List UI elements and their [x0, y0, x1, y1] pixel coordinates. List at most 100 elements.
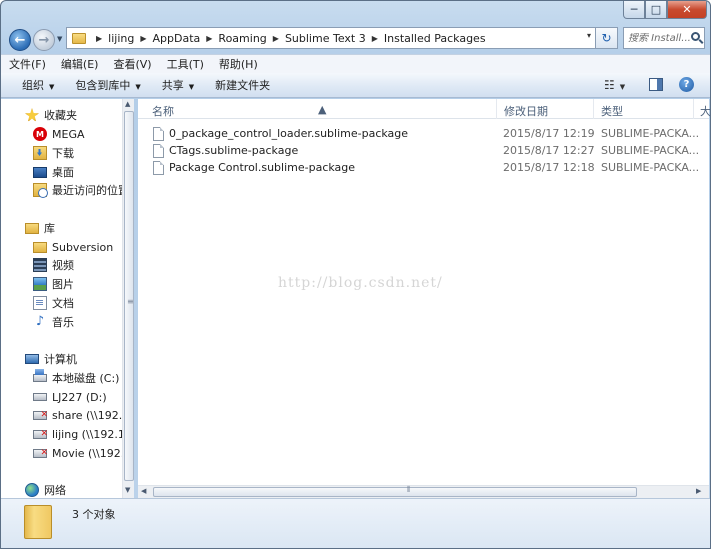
nav-label: LJ227 (D:): [52, 390, 107, 404]
breadcrumb-sublime-text-3[interactable]: Sublime Text 3: [285, 32, 366, 45]
title-bar[interactable]: ─ □ ✕: [1, 1, 710, 25]
nav-videos[interactable]: 视频: [33, 256, 134, 274]
column-divider[interactable]: [593, 99, 594, 119]
nav-libraries[interactable]: 库: [25, 219, 134, 237]
close-button[interactable]: ✕: [667, 1, 707, 19]
scroll-left-icon[interactable]: ◀: [141, 487, 146, 495]
network-icon: [25, 483, 39, 497]
nav-documents[interactable]: 文档: [33, 294, 134, 312]
file-row[interactable]: 0_package_control_loader.sublime-package…: [150, 126, 709, 143]
search-icon[interactable]: [691, 32, 700, 41]
search-box[interactable]: [623, 27, 705, 49]
menu-view[interactable]: 查看(V): [113, 56, 151, 72]
include-in-library-button[interactable]: 包含到库中 ▼: [75, 77, 140, 93]
maximize-button[interactable]: □: [645, 1, 667, 19]
nav-favorites[interactable]: 收藏夹: [25, 106, 134, 124]
nav-movie-drive[interactable]: Movie (\\192.16: [33, 444, 134, 462]
recent-pages-button[interactable]: ▼: [57, 35, 62, 43]
breadcrumb-lijing[interactable]: lijing: [108, 32, 134, 45]
command-bar: 组织 ▼ 包含到库中 ▼ 共享 ▼ 新建文件夹 ☷ ▼ ?: [1, 73, 710, 98]
nav-lijing-drive[interactable]: lijing (\\192.168: [33, 425, 134, 443]
nav-music[interactable]: ♪ 音乐: [33, 313, 134, 331]
search-input[interactable]: [628, 32, 690, 44]
grip-icon: ⦀: [407, 485, 411, 494]
preview-pane-icon[interactable]: [649, 78, 663, 91]
chevron-right-icon[interactable]: ▶: [140, 34, 146, 43]
forward-button[interactable]: →: [33, 29, 55, 51]
organize-button[interactable]: 组织 ▼: [22, 77, 54, 93]
nav-drive-d[interactable]: LJ227 (D:): [33, 388, 134, 406]
file-row[interactable]: Package Control.sublime-package 2015/8/1…: [150, 160, 709, 177]
new-folder-button[interactable]: 新建文件夹: [215, 77, 270, 93]
nav-share-drive[interactable]: share (\\192.16: [33, 406, 134, 424]
address-dropdown-icon[interactable]: ▾: [587, 31, 591, 40]
nav-subversion[interactable]: Subversion: [33, 238, 134, 256]
nav-downloads[interactable]: 下载: [33, 144, 134, 162]
nav-label: MEGA: [52, 127, 85, 141]
details-pane: 3 个对象: [1, 498, 710, 548]
nav-label: 本地磁盘 (C:): [52, 372, 120, 385]
libraries-icon: [25, 222, 39, 234]
breadcrumb-appdata[interactable]: AppData: [153, 32, 201, 45]
menu-tools[interactable]: 工具(T): [167, 56, 204, 72]
nav-network[interactable]: 网络: [25, 481, 134, 498]
file-type: SUBLIME-PACKA...: [601, 144, 700, 157]
sort-ascending-icon: ▲: [318, 103, 327, 116]
nav-computer[interactable]: 计算机: [25, 350, 134, 368]
include-library-label: 包含到库中: [75, 79, 131, 92]
column-size[interactable]: 大: [700, 103, 710, 119]
nav-label: 最近访问的位置: [52, 184, 129, 197]
nav-mega[interactable]: M MEGA: [33, 125, 134, 143]
nav-scroll-thumb[interactable]: ≡: [124, 111, 134, 481]
column-divider[interactable]: [496, 99, 497, 119]
help-icon[interactable]: ?: [679, 77, 694, 92]
menu-file[interactable]: 文件(F): [9, 56, 46, 72]
chevron-right-icon[interactable]: ▶: [273, 34, 279, 43]
change-view-button[interactable]: ☷ ▼: [604, 78, 625, 92]
nav-label: 视频: [52, 259, 74, 272]
nav-recent-places[interactable]: 最近访问的位置: [33, 181, 134, 199]
back-button[interactable]: ←: [9, 29, 31, 51]
file-date: 2015/8/17 12:18: [503, 161, 595, 174]
chevron-right-icon[interactable]: ▶: [96, 34, 102, 43]
column-name[interactable]: 名称: [152, 103, 174, 119]
nav-desktop[interactable]: 桌面: [33, 163, 134, 181]
nav-drive-c[interactable]: 本地磁盘 (C:): [33, 369, 134, 387]
nav-label: 计算机: [44, 353, 77, 366]
scroll-up-icon[interactable]: ▲: [125, 100, 130, 108]
recent-places-icon: [33, 183, 48, 198]
breadcrumb-roaming[interactable]: Roaming: [218, 32, 266, 45]
address-bar[interactable]: ▶ lijing ▶ AppData ▶ Roaming ▶ Sublime T…: [66, 27, 596, 49]
nav-label: 文档: [52, 297, 74, 310]
disconnected-network-drive-icon: [33, 410, 48, 420]
column-type[interactable]: 类型: [601, 103, 623, 119]
refresh-button[interactable]: ↻: [596, 27, 618, 49]
minimize-button[interactable]: ─: [623, 1, 645, 19]
system-drive-icon: [33, 369, 47, 382]
file-icon: [153, 127, 164, 141]
file-row[interactable]: CTags.sublime-package 2015/8/17 12:27 SU…: [150, 143, 709, 160]
explorer-window: ─ □ ✕ ← → ▼ ▶ lijing ▶ AppData ▶ Roaming…: [0, 0, 711, 549]
scroll-right-icon[interactable]: ▶: [696, 487, 701, 495]
breadcrumb-installed-packages[interactable]: Installed Packages: [384, 32, 486, 45]
menu-bar: 文件(F) 编辑(E) 查看(V) 工具(T) 帮助(H): [1, 54, 710, 73]
column-divider[interactable]: [693, 99, 694, 119]
computer-icon: [25, 354, 39, 364]
nav-scrollbar[interactable]: ▲ ≡ ▼: [122, 99, 134, 498]
watermark: http://blog.csdn.net/: [278, 275, 443, 291]
item-count: 3 个对象: [72, 508, 116, 521]
chevron-down-icon: ▼: [135, 83, 141, 91]
column-date-modified[interactable]: 修改日期: [504, 103, 548, 119]
chevron-right-icon[interactable]: ▶: [206, 34, 212, 43]
nav-label: 收藏夹: [44, 109, 77, 122]
chevron-right-icon[interactable]: ▶: [372, 34, 378, 43]
scroll-down-icon[interactable]: ▼: [125, 486, 130, 494]
horizontal-scrollbar[interactable]: ◀ ⦀ ▶: [138, 485, 709, 498]
back-arrow-icon: ←: [14, 32, 26, 48]
horizontal-scroll-thumb[interactable]: ⦀: [153, 485, 637, 497]
nav-pictures[interactable]: 图片: [33, 275, 134, 293]
share-button[interactable]: 共享 ▼: [162, 77, 194, 93]
desktop-icon: [33, 166, 47, 178]
menu-help[interactable]: 帮助(H): [219, 56, 258, 72]
menu-edit[interactable]: 编辑(E): [61, 56, 99, 72]
